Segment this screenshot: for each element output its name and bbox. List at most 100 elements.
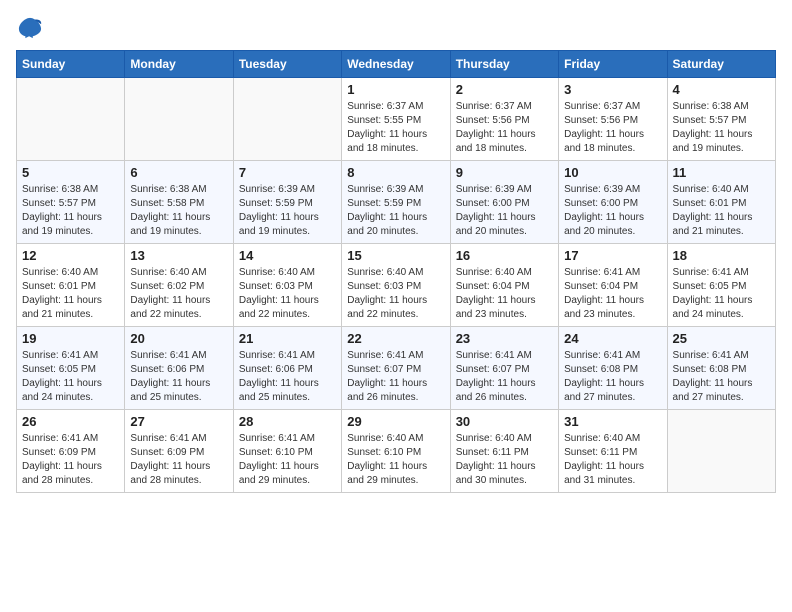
day-cell: 8 Sunrise: 6:39 AMSunset: 5:59 PMDaylight… [342,161,450,244]
week-row-3: 12 Sunrise: 6:40 AMSunset: 6:01 PMDayligh… [17,244,776,327]
page-header [16,16,776,40]
day-info: Sunrise: 6:39 AMSunset: 6:00 PMDaylight:… [456,183,553,239]
day-info: Sunrise: 6:39 AMSunset: 6:00 PMDaylight:… [564,183,661,239]
calendar-table: SundayMondayTuesdayWednesdayThursdayFrid… [16,50,776,493]
day-cell: 1Sunrise: 6:37 AMSunset: 5:55 PMDaylight… [342,78,450,161]
column-header-friday: Friday [559,51,667,78]
day-number: 12 [22,248,119,263]
day-info: Sunrise: 6:38 AMSunset: 5:58 PMDaylight:… [130,183,227,239]
day-info: Sunrise: 6:40 AMSunset: 6:11 PMDaylight:… [564,432,661,488]
day-info: Sunrise: 6:40 AMSunset: 6:01 PMDaylight:… [673,183,770,239]
day-number: 14 [239,248,336,263]
column-header-tuesday: Tuesday [233,51,341,78]
day-info: Sunrise: 6:41 AMSunset: 6:07 PMDaylight:… [347,349,444,405]
day-info: Sunrise: 6:41 AMSunset: 6:05 PMDaylight:… [673,266,770,322]
day-info: Sunrise: 6:41 AMSunset: 6:05 PMDaylight:… [22,349,119,405]
day-cell: 29 Sunrise: 6:40 AMSunset: 6:10 PMDayligh… [342,410,450,493]
day-number: 26 [22,414,119,429]
day-cell: 6 Sunrise: 6:38 AMSunset: 5:58 PMDaylight… [125,161,233,244]
day-info: Sunrise: 6:40 AMSunset: 6:02 PMDaylight:… [130,266,227,322]
day-number: 1 [347,82,444,97]
day-info: Sunrise: 6:41 AMSunset: 6:09 PMDaylight:… [130,432,227,488]
week-row-2: 5 Sunrise: 6:38 AMSunset: 5:57 PMDaylight… [17,161,776,244]
day-number: 16 [456,248,553,263]
day-number: 6 [130,165,227,180]
day-cell: 14Sunrise: 6:40 AMSunset: 6:03 PMDayligh… [233,244,341,327]
day-cell: 24Sunrise: 6:41 AMSunset: 6:08 PMDayligh… [559,327,667,410]
day-number: 23 [456,331,553,346]
day-cell [667,410,775,493]
day-info: Sunrise: 6:40 AMSunset: 6:04 PMDaylight:… [456,266,553,322]
day-info: Sunrise: 6:41 AMSunset: 6:10 PMDaylight:… [239,432,336,488]
logo [16,16,48,40]
day-cell: 7 Sunrise: 6:39 AMSunset: 5:59 PMDaylight… [233,161,341,244]
day-number: 13 [130,248,227,263]
day-cell: 31 Sunrise: 6:40 AMSunset: 6:11 PMDayligh… [559,410,667,493]
day-cell [125,78,233,161]
day-cell: 11Sunrise: 6:40 AMSunset: 6:01 PMDayligh… [667,161,775,244]
day-info: Sunrise: 6:37 AMSunset: 5:56 PMDaylight:… [456,100,553,156]
day-number: 8 [347,165,444,180]
day-number: 10 [564,165,661,180]
day-info: Sunrise: 6:40 AMSunset: 6:11 PMDaylight:… [456,432,553,488]
day-cell: 26 Sunrise: 6:41 AMSunset: 6:09 PMDayligh… [17,410,125,493]
column-header-sunday: Sunday [17,51,125,78]
day-info: Sunrise: 6:38 AMSunset: 5:57 PMDaylight:… [673,100,770,156]
day-cell: 13 Sunrise: 6:40 AMSunset: 6:02 PMDayligh… [125,244,233,327]
day-cell: 4 Sunrise: 6:38 AMSunset: 5:57 PMDaylight… [667,78,775,161]
day-cell: 22 Sunrise: 6:41 AMSunset: 6:07 PMDayligh… [342,327,450,410]
day-info: Sunrise: 6:41 AMSunset: 6:08 PMDaylight:… [673,349,770,405]
day-cell: 17 Sunrise: 6:41 AMSunset: 6:04 PMDayligh… [559,244,667,327]
day-info: Sunrise: 6:40 AMSunset: 6:03 PMDaylight:… [347,266,444,322]
column-header-wednesday: Wednesday [342,51,450,78]
day-number: 17 [564,248,661,263]
day-number: 28 [239,414,336,429]
day-number: 19 [22,331,119,346]
day-number: 22 [347,331,444,346]
day-info: Sunrise: 6:41 AMSunset: 6:09 PMDaylight:… [22,432,119,488]
day-number: 15 [347,248,444,263]
day-info: Sunrise: 6:41 AMSunset: 6:04 PMDaylight:… [564,266,661,322]
day-cell: 25 Sunrise: 6:41 AMSunset: 6:08 PMDayligh… [667,327,775,410]
day-cell: 20Sunrise: 6:41 AMSunset: 6:06 PMDayligh… [125,327,233,410]
week-row-4: 19 Sunrise: 6:41 AMSunset: 6:05 PMDayligh… [17,327,776,410]
column-header-saturday: Saturday [667,51,775,78]
week-row-1: 1Sunrise: 6:37 AMSunset: 5:55 PMDaylight… [17,78,776,161]
day-info: Sunrise: 6:40 AMSunset: 6:10 PMDaylight:… [347,432,444,488]
day-cell: 10 Sunrise: 6:39 AMSunset: 6:00 PMDayligh… [559,161,667,244]
day-cell: 18 Sunrise: 6:41 AMSunset: 6:05 PMDayligh… [667,244,775,327]
day-info: Sunrise: 6:39 AMSunset: 5:59 PMDaylight:… [347,183,444,239]
day-number: 25 [673,331,770,346]
day-info: Sunrise: 6:41 AMSunset: 6:06 PMDaylight:… [239,349,336,405]
day-cell: 21 Sunrise: 6:41 AMSunset: 6:06 PMDayligh… [233,327,341,410]
day-number: 29 [347,414,444,429]
day-number: 30 [456,414,553,429]
day-number: 3 [564,82,661,97]
day-info: Sunrise: 6:40 AMSunset: 6:01 PMDaylight:… [22,266,119,322]
day-number: 21 [239,331,336,346]
day-number: 2 [456,82,553,97]
day-cell: 3Sunrise: 6:37 AMSunset: 5:56 PMDaylight… [559,78,667,161]
day-cell: 30 Sunrise: 6:40 AMSunset: 6:11 PMDayligh… [450,410,558,493]
day-cell: 28 Sunrise: 6:41 AMSunset: 6:10 PMDayligh… [233,410,341,493]
day-cell [233,78,341,161]
day-info: Sunrise: 6:38 AMSunset: 5:57 PMDaylight:… [22,183,119,239]
logo-bird-icon [16,16,44,40]
day-cell: 5 Sunrise: 6:38 AMSunset: 5:57 PMDaylight… [17,161,125,244]
day-cell: 23 Sunrise: 6:41 AMSunset: 6:07 PMDayligh… [450,327,558,410]
column-header-thursday: Thursday [450,51,558,78]
day-cell: 19 Sunrise: 6:41 AMSunset: 6:05 PMDayligh… [17,327,125,410]
day-number: 18 [673,248,770,263]
day-number: 27 [130,414,227,429]
day-cell: 15 Sunrise: 6:40 AMSunset: 6:03 PMDayligh… [342,244,450,327]
day-number: 7 [239,165,336,180]
day-number: 4 [673,82,770,97]
day-number: 5 [22,165,119,180]
day-info: Sunrise: 6:41 AMSunset: 6:07 PMDaylight:… [456,349,553,405]
day-number: 31 [564,414,661,429]
day-cell: 9 Sunrise: 6:39 AMSunset: 6:00 PMDaylight… [450,161,558,244]
day-number: 24 [564,331,661,346]
day-info: Sunrise: 6:39 AMSunset: 5:59 PMDaylight:… [239,183,336,239]
day-number: 20 [130,331,227,346]
day-number: 9 [456,165,553,180]
